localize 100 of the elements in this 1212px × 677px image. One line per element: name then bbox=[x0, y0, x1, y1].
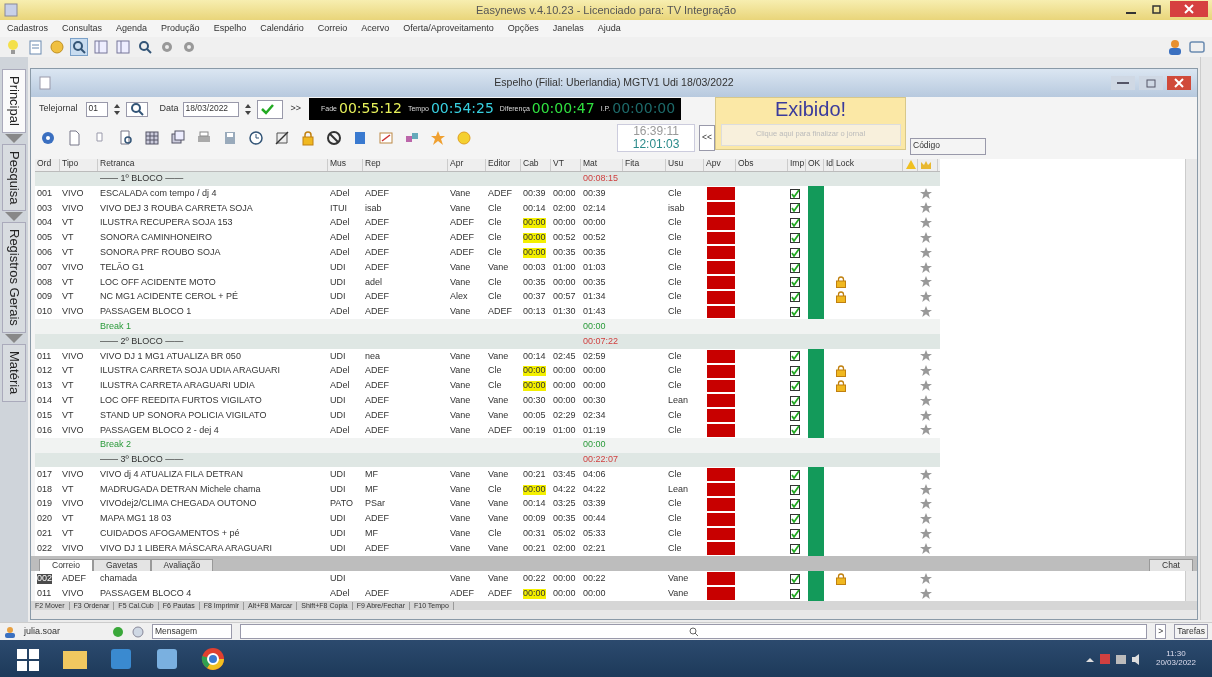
checkbox[interactable] bbox=[790, 573, 800, 584]
column-header[interactable]: Rep bbox=[363, 158, 448, 171]
checkbox[interactable] bbox=[790, 425, 800, 436]
column-header[interactable]: Id bbox=[824, 158, 834, 171]
edit-icon[interactable] bbox=[378, 130, 394, 146]
checkbox[interactable] bbox=[790, 543, 800, 554]
scrollbar[interactable] bbox=[1185, 158, 1197, 557]
column-header[interactable]: Lock bbox=[834, 158, 903, 171]
close-button[interactable] bbox=[1170, 1, 1208, 17]
taskbar-clock[interactable]: 11:30 20/03/2022 bbox=[1155, 649, 1196, 668]
panel-icon[interactable] bbox=[115, 39, 131, 55]
side-tab[interactable]: Matéria bbox=[1, 344, 27, 402]
online-icon[interactable] bbox=[112, 625, 124, 638]
column-header[interactable]: Apv bbox=[704, 158, 736, 171]
tab[interactable]: Correio bbox=[39, 559, 93, 572]
telejornal-field[interactable]: 01 bbox=[85, 101, 108, 117]
grid-icon[interactable] bbox=[144, 130, 160, 146]
column-header[interactable]: Mus bbox=[328, 158, 363, 171]
copy-icon[interactable] bbox=[170, 130, 186, 146]
message-field[interactable] bbox=[240, 624, 1148, 639]
scrollbar[interactable] bbox=[1185, 571, 1197, 601]
column-header[interactable]: Mat bbox=[581, 158, 623, 171]
document-icon[interactable] bbox=[66, 130, 82, 146]
menu-item[interactable]: Produção bbox=[154, 23, 207, 34]
user-group-icon[interactable] bbox=[1166, 38, 1184, 56]
menu-item[interactable]: Consultas bbox=[55, 23, 110, 34]
column-header[interactable]: Retranca bbox=[98, 158, 328, 171]
window-icon[interactable] bbox=[1188, 38, 1206, 56]
side-tab[interactable]: Registros Gerais bbox=[1, 222, 27, 334]
date-field[interactable]: 18/03/2022 bbox=[182, 101, 239, 117]
search-button[interactable] bbox=[125, 101, 148, 117]
checkbox[interactable] bbox=[790, 203, 800, 214]
checkbox[interactable] bbox=[790, 529, 800, 539]
menu-item[interactable]: Ajuda bbox=[590, 23, 628, 34]
search-icon[interactable] bbox=[137, 39, 153, 55]
tab[interactable]: Gavetas bbox=[92, 559, 151, 572]
checkbox[interactable] bbox=[790, 307, 800, 318]
column-header[interactable]: Imp bbox=[788, 158, 806, 171]
scrollbar[interactable] bbox=[31, 610, 1197, 619]
scrollbar[interactable] bbox=[1200, 57, 1212, 620]
side-tab[interactable]: Pesquisa bbox=[1, 143, 27, 212]
back-button[interactable]: << bbox=[699, 125, 715, 151]
column-header[interactable]: Tipo bbox=[60, 158, 98, 171]
column-header[interactable]: Editor bbox=[486, 158, 521, 171]
close-button[interactable] bbox=[1167, 76, 1191, 90]
menu-item[interactable]: Janelas bbox=[545, 23, 591, 34]
side-tab[interactable]: Principal bbox=[1, 69, 27, 133]
checkbox[interactable] bbox=[790, 395, 800, 406]
next-button[interactable]: > bbox=[1155, 624, 1167, 639]
checkbox[interactable] bbox=[790, 351, 800, 362]
window-title: Espelho (Filial: Uberlandia) MGTV1 Udi 18/03/2022 bbox=[494, 76, 734, 89]
checkbox[interactable] bbox=[790, 484, 800, 495]
checkbox[interactable] bbox=[790, 410, 800, 421]
panel-icon[interactable] bbox=[93, 39, 109, 55]
checkbox[interactable] bbox=[790, 247, 800, 258]
code-field[interactable]: Código bbox=[910, 137, 986, 155]
checkbox[interactable] bbox=[790, 218, 800, 229]
checkbox[interactable] bbox=[790, 366, 800, 377]
table-cell: Vane bbox=[488, 514, 509, 525]
star-icon[interactable] bbox=[430, 130, 446, 146]
next-button[interactable]: >> bbox=[290, 104, 302, 114]
menu-item[interactable]: Oferta/Aproveitamento bbox=[396, 23, 501, 34]
checkbox[interactable] bbox=[790, 469, 800, 480]
checkbox[interactable] bbox=[790, 514, 800, 525]
menu-item[interactable]: Espelho bbox=[206, 23, 254, 34]
column-header[interactable]: Ord bbox=[35, 158, 60, 171]
checkbox[interactable] bbox=[790, 499, 800, 510]
block-icon[interactable] bbox=[326, 130, 342, 146]
tab[interactable]: Avaliação bbox=[150, 559, 214, 572]
checkbox[interactable] bbox=[790, 188, 800, 199]
column-header[interactable]: Obs bbox=[736, 158, 788, 171]
checkbox[interactable] bbox=[790, 292, 800, 303]
menu-item[interactable]: Correio bbox=[310, 23, 355, 34]
menu-item[interactable]: Agenda bbox=[109, 23, 155, 34]
menu-item[interactable]: Cadastros bbox=[0, 23, 56, 34]
lock-icon[interactable] bbox=[300, 130, 316, 146]
search-icon[interactable] bbox=[71, 39, 87, 55]
minimize-button[interactable] bbox=[1111, 76, 1135, 90]
tasks-button[interactable]: Tarefas bbox=[1174, 624, 1208, 639]
checkbox[interactable] bbox=[790, 233, 800, 244]
column-header[interactable]: Cab bbox=[521, 158, 551, 171]
checkbox[interactable] bbox=[790, 381, 800, 392]
column-header[interactable]: Fita bbox=[623, 158, 666, 171]
menu-item[interactable]: Opções bbox=[500, 23, 546, 34]
info-icon[interactable] bbox=[40, 130, 56, 146]
message-button[interactable]: Mensagem bbox=[152, 624, 232, 639]
checkbox[interactable] bbox=[790, 262, 800, 273]
chat-tab[interactable]: Chat bbox=[1149, 559, 1193, 572]
menu-item[interactable]: Acervo bbox=[354, 23, 397, 34]
checkbox[interactable] bbox=[790, 277, 800, 288]
preview-icon[interactable] bbox=[118, 130, 134, 146]
book-icon[interactable] bbox=[352, 130, 368, 146]
strike-icon[interactable] bbox=[274, 130, 290, 146]
checkbox[interactable] bbox=[790, 588, 800, 599]
column-header[interactable]: VT bbox=[551, 158, 581, 171]
menu-item[interactable]: Calendário bbox=[253, 23, 311, 34]
column-header[interactable]: OK bbox=[806, 158, 824, 171]
column-header[interactable]: Usu bbox=[666, 158, 704, 171]
column-header[interactable]: Apr bbox=[448, 158, 486, 171]
clock-icon[interactable] bbox=[248, 130, 264, 146]
